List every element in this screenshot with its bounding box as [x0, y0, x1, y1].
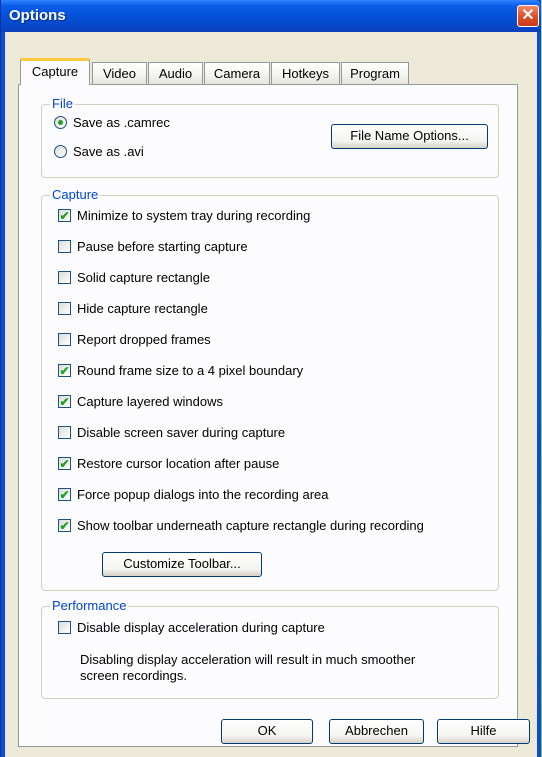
checkbox-indicator[interactable] — [58, 426, 71, 439]
capture-option-label: Pause before starting capture — [77, 239, 248, 254]
options-dialog: Options ✕ Capture Video Audio Camera Hot… — [0, 0, 541, 757]
capture-option-label: Restore cursor location after pause — [77, 456, 280, 471]
performance-note-line-1: Disabling display acceleration will resu… — [80, 652, 416, 667]
capture-option-label: Capture layered windows — [77, 394, 223, 409]
ok-button[interactable]: OK — [221, 719, 313, 744]
checkbox-indicator[interactable] — [58, 240, 71, 253]
checkbox-checked-indicator[interactable]: ✔ — [58, 488, 71, 501]
capture-option-row[interactable]: Solid capture rectangle — [58, 270, 210, 285]
tab-video[interactable]: Video — [92, 62, 147, 84]
checkmark-icon: ✔ — [59, 487, 70, 502]
tab-hotkeys[interactable]: Hotkeys — [271, 62, 340, 84]
performance-group: Performance Disable display acceleration… — [41, 598, 499, 699]
checkbox-disable-display-acceleration[interactable]: Disable display acceleration during capt… — [58, 620, 325, 635]
capture-option-row[interactable]: ✔ Force popup dialogs into the recording … — [58, 487, 329, 502]
capture-option-row[interactable]: Disable screen saver during capture — [58, 425, 285, 440]
radio-selected-dot — [58, 120, 63, 125]
checkbox-indicator[interactable] — [58, 302, 71, 315]
checkbox-checked-indicator[interactable]: ✔ — [58, 457, 71, 470]
checkmark-icon: ✔ — [59, 456, 70, 471]
dialog-client-area: Capture Video Audio Camera Hotkeys Progr… — [5, 32, 537, 757]
radio-save-avi[interactable]: Save as .avi — [54, 144, 144, 159]
capture-option-row[interactable]: ✔ Capture layered windows — [58, 394, 223, 409]
radio-camrec-label: Save as .camrec — [73, 115, 170, 130]
capture-option-label: Solid capture rectangle — [77, 270, 210, 285]
checkbox-label: Disable display acceleration during capt… — [77, 620, 325, 635]
checkmark-icon: ✔ — [59, 518, 70, 533]
capture-option-row[interactable]: Pause before starting capture — [58, 239, 248, 254]
capture-option-row[interactable]: Hide capture rectangle — [58, 301, 208, 316]
capture-group: Capture ✔ Minimize to system tray during … — [41, 187, 499, 591]
capture-option-label: Force popup dialogs into the recording a… — [77, 487, 329, 502]
capture-option-label: Disable screen saver during capture — [77, 425, 286, 440]
customize-toolbar-button[interactable]: Customize Toolbar... — [102, 552, 262, 577]
capture-option-label: Minimize to system tray during recording — [77, 208, 311, 223]
capture-group-legend: Capture — [50, 187, 101, 202]
cancel-button[interactable]: Abbrechen — [329, 719, 424, 744]
help-button[interactable]: Hilfe — [437, 719, 530, 744]
close-icon: ✕ — [521, 7, 535, 24]
performance-group-legend: Performance — [50, 598, 129, 613]
capture-option-row[interactable]: ✔ Show toolbar underneath capture rectang… — [58, 518, 424, 533]
tab-capture[interactable]: Capture — [20, 58, 90, 85]
checkbox-checked-indicator[interactable]: ✔ — [58, 209, 71, 222]
checkbox-indicator[interactable] — [58, 271, 71, 284]
checkmark-icon: ✔ — [59, 394, 70, 409]
file-group-legend: File — [50, 96, 75, 111]
capture-option-label: Hide capture rectangle — [77, 301, 208, 316]
checkmark-icon: ✔ — [59, 208, 70, 223]
capture-option-row[interactable]: ✔ Minimize to system tray during recordin… — [58, 208, 310, 223]
performance-note: Disabling display acceleration will resu… — [80, 652, 415, 684]
checkbox-checked-indicator[interactable]: ✔ — [58, 395, 71, 408]
capture-option-row[interactable]: ✔ Round frame size to a 4 pixel boundary — [58, 363, 303, 378]
capture-option-label: Round frame size to a 4 pixel boundary — [77, 363, 304, 378]
checkbox-indicator[interactable] — [58, 621, 71, 634]
capture-option-row[interactable]: ✔ Restore cursor location after pause — [58, 456, 279, 471]
checkbox-checked-indicator[interactable]: ✔ — [58, 519, 71, 532]
radio-avi-label: Save as .avi — [73, 144, 144, 159]
file-name-options-button[interactable]: File Name Options... — [331, 124, 488, 149]
checkbox-checked-indicator[interactable]: ✔ — [58, 364, 71, 377]
tab-audio[interactable]: Audio — [148, 62, 203, 84]
capture-option-label: Report dropped frames — [77, 332, 211, 347]
radio-save-camrec[interactable]: Save as .camrec — [54, 115, 170, 130]
tab-program[interactable]: Program — [341, 62, 409, 84]
file-group: File Save as .camrec Save as .avi File N… — [41, 96, 499, 178]
capture-tab-panel: File Save as .camrec Save as .avi File N… — [18, 84, 518, 747]
close-button[interactable]: ✕ — [517, 5, 539, 27]
performance-note-line-2: screen recordings. — [80, 668, 187, 683]
capture-option-row[interactable]: Report dropped frames — [58, 332, 211, 347]
radio-camrec-indicator[interactable] — [54, 116, 67, 129]
radio-avi-indicator[interactable] — [54, 145, 67, 158]
checkbox-indicator[interactable] — [58, 333, 71, 346]
title-bar[interactable]: Options ✕ — [1, 0, 541, 32]
checkmark-icon: ✔ — [59, 363, 70, 378]
tab-camera[interactable]: Camera — [204, 62, 270, 84]
capture-option-label: Show toolbar underneath capture rectangl… — [77, 518, 424, 533]
window-title: Options — [9, 7, 66, 24]
